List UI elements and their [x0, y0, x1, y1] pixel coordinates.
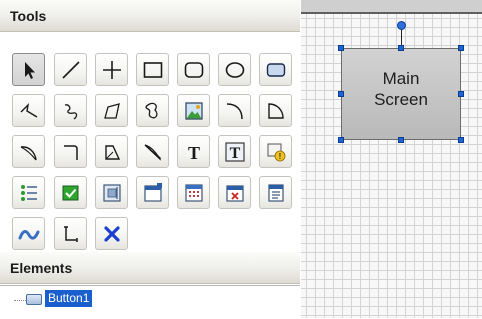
- shape-label-line1: Main: [382, 69, 420, 88]
- pointer-icon: [25, 62, 35, 79]
- tools-panel-title: Tools: [10, 8, 47, 24]
- wave-icon: [18, 230, 40, 240]
- delete-icon: [104, 226, 120, 242]
- tool-image-frame[interactable]: [95, 176, 128, 209]
- tool-delete[interactable]: [95, 217, 128, 250]
- tree-item-button1[interactable]: Button1: [45, 290, 93, 307]
- tool-polygon[interactable]: [95, 94, 128, 127]
- svg-text:T: T: [230, 145, 241, 162]
- left-panel: Tools T T ! Elements Button1: [0, 0, 302, 319]
- resize-handle-bottom-right[interactable]: [458, 137, 464, 143]
- svg-text:T: T: [188, 143, 200, 163]
- tool-pointer[interactable]: [12, 53, 45, 86]
- ellipse-icon: [225, 62, 245, 78]
- tools-panel-header: Tools: [0, 0, 300, 32]
- canvas-top-border: [301, 0, 482, 14]
- elements-panel-title: Elements: [10, 260, 73, 276]
- tool-tooltip[interactable]: !: [259, 135, 292, 168]
- tool-picture[interactable]: [177, 94, 210, 127]
- elements-tree: Button1: [0, 285, 300, 319]
- textbox-icon: T: [225, 142, 245, 162]
- shape-label-line2: Screen: [374, 90, 428, 109]
- tool-calendar[interactable]: [177, 176, 210, 209]
- polygon-icon: [104, 103, 120, 119]
- tool-form[interactable]: [259, 176, 292, 209]
- elbow-connector-icon: [64, 145, 78, 160]
- window-icon: [144, 183, 162, 202]
- tool-rounded-rectangle[interactable]: [177, 53, 210, 86]
- tool-closed-curve[interactable]: [136, 94, 169, 127]
- tool-line[interactable]: [54, 53, 87, 86]
- tree-connector-line: [14, 300, 26, 301]
- line-icon: [62, 61, 80, 79]
- list-icon: [21, 185, 37, 201]
- picture-icon: [185, 102, 203, 120]
- tool-curved-connector[interactable]: [12, 135, 45, 168]
- polyline-icon: [20, 102, 38, 118]
- resize-handle-bottom[interactable]: [398, 137, 404, 143]
- tool-text[interactable]: T: [177, 135, 210, 168]
- button-element-icon: [26, 294, 42, 305]
- resize-handle-left[interactable]: [338, 91, 344, 97]
- tool-dialog[interactable]: [218, 176, 251, 209]
- rounded-box-icon: [266, 63, 286, 77]
- arc-shape-icon: [268, 103, 284, 119]
- tool-rectangle[interactable]: [136, 53, 169, 86]
- image-frame-icon: [103, 184, 121, 202]
- rotation-handle[interactable]: [397, 21, 406, 30]
- curved-connector-icon: [20, 146, 37, 161]
- tool-arc[interactable]: [218, 94, 251, 127]
- tool-curved-shape[interactable]: [95, 135, 128, 168]
- tool-arc-shape[interactable]: [259, 94, 292, 127]
- resize-handle-top-left[interactable]: [338, 45, 344, 51]
- resize-handle-top-right[interactable]: [458, 45, 464, 51]
- svg-text:!: !: [279, 152, 282, 161]
- tool-elbow-connector[interactable]: [54, 135, 87, 168]
- tool-list[interactable]: [12, 176, 45, 209]
- crosshair-icon: [103, 61, 121, 79]
- tool-polyline[interactable]: [12, 94, 45, 127]
- main-screen-shape[interactable]: Main Screen: [341, 48, 461, 140]
- freehand-curve-icon: [64, 104, 78, 120]
- resize-handle-right[interactable]: [458, 91, 464, 97]
- checkbox-icon: [62, 185, 79, 201]
- resize-handle-top[interactable]: [398, 45, 404, 51]
- curved-shape-icon: [105, 145, 121, 160]
- form-icon: [268, 184, 284, 202]
- tool-window[interactable]: [136, 176, 169, 209]
- step-connector-icon: [64, 226, 78, 242]
- tool-freehand-curve[interactable]: [54, 94, 87, 127]
- dialog-icon: [226, 185, 244, 202]
- tool-rounded-box[interactable]: [259, 53, 292, 86]
- arc-icon: [226, 103, 243, 120]
- text-icon: T: [188, 143, 200, 163]
- tool-wave[interactable]: [12, 217, 45, 250]
- rounded-rectangle-icon: [184, 62, 204, 78]
- calendar-icon: [185, 184, 203, 202]
- tool-ellipse[interactable]: [218, 53, 251, 86]
- tool-step-connector[interactable]: [54, 217, 87, 250]
- elements-panel-header: Elements: [0, 252, 300, 284]
- tool-bezier[interactable]: [136, 135, 169, 168]
- tool-crosshair[interactable]: [95, 53, 128, 86]
- closed-curve-icon: [145, 102, 158, 119]
- rectangle-icon: [143, 62, 163, 78]
- tool-textbox[interactable]: T: [218, 135, 251, 168]
- tool-checkbox[interactable]: [54, 176, 87, 209]
- resize-handle-bottom-left[interactable]: [338, 137, 344, 143]
- tooltip-icon: !: [267, 143, 286, 162]
- tools-grid: T T !: [0, 33, 300, 252]
- bezier-icon: [144, 144, 161, 161]
